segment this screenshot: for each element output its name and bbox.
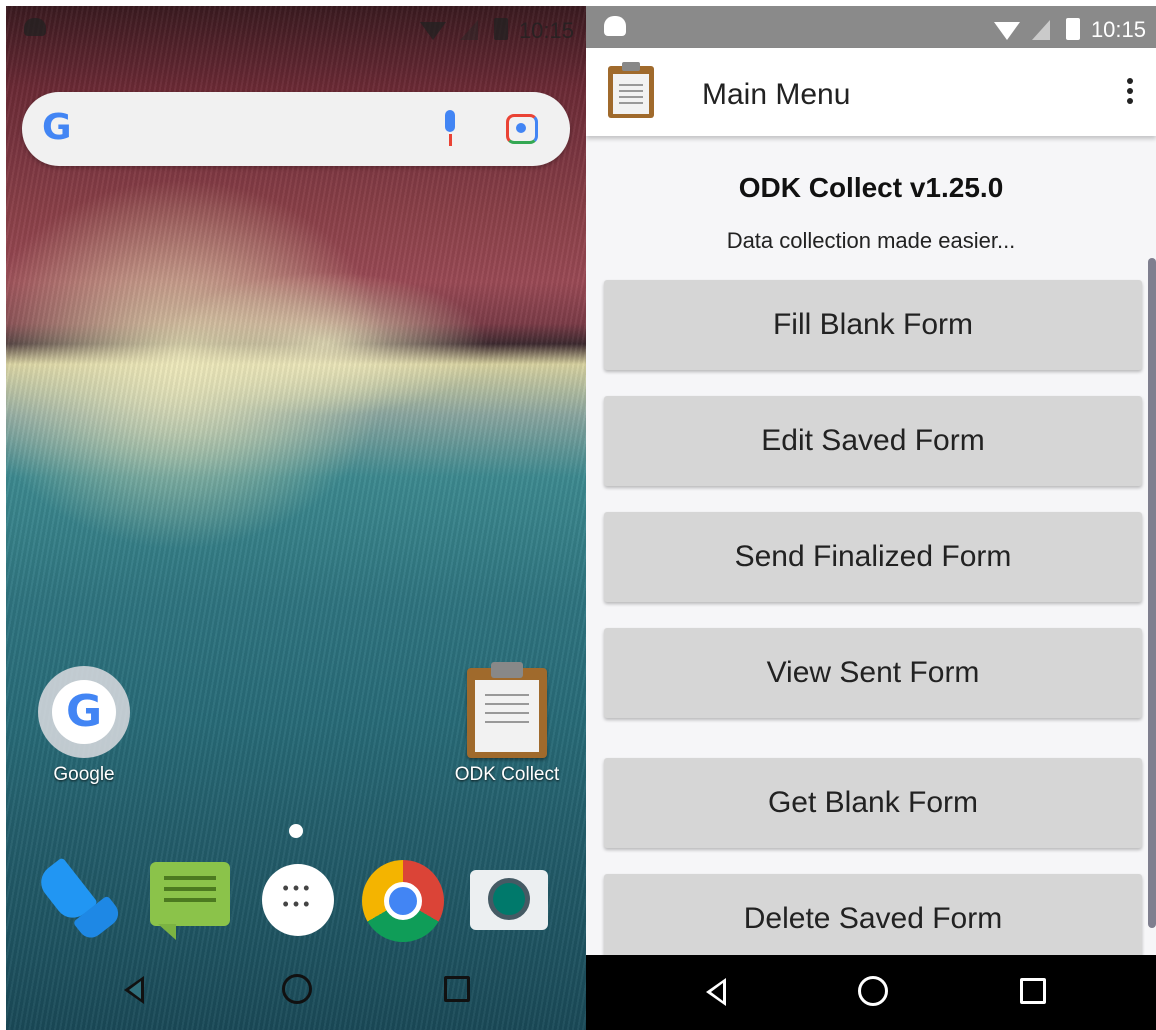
main-menu-content: ODK Collect v1.25.0 Data collection made… [586, 136, 1156, 964]
battery-charging-icon [494, 18, 508, 40]
battery-charging-icon [1066, 18, 1080, 40]
odk-collect-screen: 10:15 Main Menu ODK Collect v1.25.0 Data… [586, 6, 1156, 1030]
app-version-title: ODK Collect v1.25.0 [738, 172, 1004, 203]
camera-icon[interactable] [466, 858, 552, 944]
page-indicator [289, 824, 303, 838]
view-sent-form-button[interactable]: View Sent Form [604, 628, 1142, 718]
back-icon[interactable] [706, 978, 726, 1006]
overflow-menu-icon[interactable] [1126, 78, 1134, 108]
scrollbar[interactable] [1148, 258, 1156, 928]
home-screen: 10:15 G G Google ODK Collect [6, 6, 586, 1030]
status-time: 10:15 [1090, 17, 1146, 42]
shortcut-label: ODK Collect [454, 764, 560, 785]
microphone-icon[interactable] [442, 110, 458, 148]
recents-icon[interactable] [444, 976, 470, 1002]
android-notification-icon [604, 16, 626, 36]
google-app-shortcut[interactable]: G Google [29, 666, 139, 786]
phone-icon[interactable] [42, 858, 128, 944]
messages-icon[interactable] [148, 858, 234, 944]
status-bar: 10:15 [586, 6, 1156, 48]
status-time: 10:15 [518, 18, 574, 43]
android-notification-icon [24, 18, 46, 36]
clipboard-icon [608, 62, 654, 118]
app-bar: Main Menu [586, 48, 1156, 136]
clipboard-icon [467, 662, 547, 758]
page-title: Main Menu [702, 78, 851, 111]
signal-icon [1032, 20, 1050, 40]
google-search-bar[interactable]: G [22, 92, 570, 166]
google-logo-icon: G [42, 107, 72, 148]
navigation-bar [6, 946, 586, 1030]
navigation-bar [586, 955, 1156, 1030]
fill-blank-form-button[interactable]: Fill Blank Form [604, 280, 1142, 370]
home-icon[interactable] [858, 976, 888, 1006]
status-bar: 10:15 [6, 6, 586, 50]
get-blank-form-button[interactable]: Get Blank Form [604, 758, 1142, 848]
back-icon[interactable] [124, 976, 144, 1004]
chrome-icon[interactable] [358, 858, 444, 944]
google-lens-icon[interactable] [506, 114, 538, 144]
odk-collect-shortcut[interactable]: ODK Collect [452, 662, 562, 786]
edit-saved-form-button[interactable]: Edit Saved Form [604, 396, 1142, 486]
home-icon[interactable] [282, 974, 312, 1004]
app-drawer-icon[interactable] [256, 858, 342, 944]
send-finalized-form-button[interactable]: Send Finalized Form [604, 512, 1142, 602]
google-icon: G [38, 666, 130, 758]
shortcut-label: Google [53, 764, 115, 785]
wifi-icon [994, 22, 1020, 40]
delete-saved-form-button[interactable]: Delete Saved Form [604, 874, 1142, 964]
wifi-icon [420, 22, 446, 40]
recents-icon[interactable] [1020, 978, 1046, 1004]
signal-icon [460, 20, 478, 40]
app-tagline: Data collection made easier... [726, 228, 1016, 253]
